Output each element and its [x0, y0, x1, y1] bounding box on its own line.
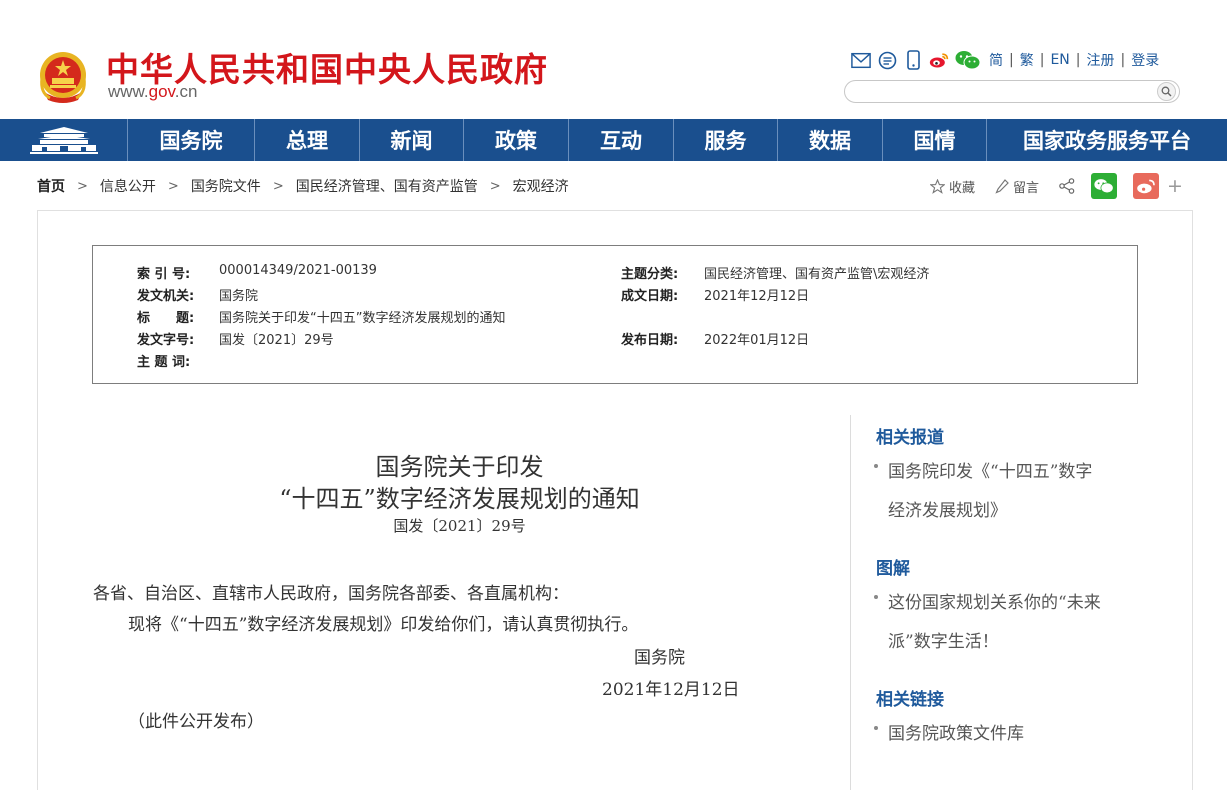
- share-icon[interactable]: [1059, 178, 1075, 194]
- info-issuer: 发文机关: 国务院: [137, 285, 258, 304]
- article-publish-note: （此件公开发布）: [128, 712, 264, 732]
- nav-national-info[interactable]: 国情: [883, 119, 987, 161]
- breadcrumb-info-disclosure[interactable]: 信息公开: [100, 176, 156, 196]
- article-signer: 国务院: [634, 648, 685, 668]
- mobile-icon[interactable]: [903, 50, 923, 70]
- info-keywords: 主 题 词:: [137, 351, 219, 370]
- nav-news[interactable]: 新闻: [360, 119, 464, 161]
- search-box: [844, 80, 1180, 103]
- nav-services[interactable]: 服务: [674, 119, 778, 161]
- info-value: 000014349/2021-00139: [219, 263, 377, 278]
- sidebar-divider: [850, 415, 851, 790]
- info-label: 主题分类:: [621, 267, 679, 282]
- breadcrumb-economy-management[interactable]: 国民经济管理、国有资产监管: [296, 176, 478, 196]
- related-links-heading: 相关链接: [876, 690, 944, 710]
- document-info-table: 索 引 号: 000014349/2021-00139 主题分类: 国民经济管理…: [92, 245, 1138, 384]
- article-salutation: 各省、自治区、直辖市人民政府，国务院各部委、各直属机构：: [93, 584, 569, 604]
- link-separator: |: [1075, 52, 1081, 68]
- link-separator: |: [1039, 52, 1045, 68]
- wechat-icon[interactable]: [955, 50, 981, 70]
- url-prefix: www.: [108, 82, 149, 101]
- diagram-line2: 派”数字生活！: [888, 632, 999, 652]
- info-label: 索 引 号:: [137, 267, 191, 282]
- link-separator: |: [1120, 52, 1126, 68]
- url-suffix: .cn: [174, 82, 198, 101]
- share-wechat-icon[interactable]: [1091, 173, 1118, 199]
- info-label: 主 题 词:: [137, 355, 191, 370]
- login-link[interactable]: 登录: [1131, 50, 1159, 70]
- site-url[interactable]: www.gov.cn: [108, 82, 197, 102]
- breadcrumb-macro-economy[interactable]: 宏观经济: [513, 176, 569, 196]
- info-label: 标 题:: [137, 311, 195, 326]
- top-links: 简 | 繁 | EN | 注册 | 登录: [851, 49, 1159, 71]
- info-index: 索 引 号: 000014349/2021-00139: [137, 263, 377, 282]
- nav-interaction[interactable]: 互动: [569, 119, 674, 161]
- breadcrumb-council-docs[interactable]: 国务院文件: [191, 176, 261, 196]
- site-header: 中华人民共和国中央人民政府 www.gov.cn 简 | 繁 | EN | 注册…: [0, 0, 1227, 118]
- chevron-right-icon: >: [167, 178, 179, 194]
- article-title-line1: 国务院关于印发: [375, 453, 544, 481]
- search-input[interactable]: [855, 83, 1145, 100]
- tiananmen-icon[interactable]: [0, 119, 128, 161]
- pencil-icon: [995, 178, 1009, 194]
- url-gov: gov: [148, 82, 175, 101]
- diagram-link[interactable]: 这份国家规划关系你的“未来 派”数字生活！: [874, 584, 1138, 662]
- related-reports-heading: 相关报道: [876, 428, 944, 448]
- comment-label: 留言: [1013, 180, 1040, 196]
- register-link[interactable]: 注册: [1086, 50, 1114, 70]
- share-weibo-icon[interactable]: [1133, 173, 1160, 199]
- article-body: 现将《“十四五”数字经济发展规划》印发给你们，请认真贯彻执行。: [128, 615, 639, 635]
- article-doc-number: 国发〔2021〕29号: [393, 517, 526, 535]
- info-publish-date: 发布日期: 2022年01月12日: [621, 329, 809, 348]
- info-category: 主题分类: 国民经济管理、国有资产监管\宏观经济: [621, 263, 929, 282]
- breadcrumb: 首页 > 信息公开 > 国务院文件 > 国民经济管理、国有资产监管 > 宏观经济: [37, 176, 569, 196]
- comment-button[interactable]: 留言: [995, 177, 1039, 196]
- related-report-line1: 国务院印发《“十四五”数字: [888, 462, 1093, 482]
- info-value: 国民经济管理、国有资产监管\宏观经济: [704, 267, 930, 282]
- info-value: 国务院关于印发“十四五”数字经济发展规划的通知: [219, 311, 506, 326]
- mail-icon[interactable]: [851, 50, 871, 70]
- related-report-line2: 经济发展规划》: [888, 501, 1007, 521]
- weibo-icon[interactable]: [929, 50, 949, 70]
- info-label: 发布日期:: [621, 333, 679, 348]
- policy-library-link[interactable]: 国务院政策文件库: [874, 715, 1138, 754]
- nav-gov-service-platform[interactable]: 国家政务服务平台: [987, 119, 1227, 161]
- info-value: 2021年12月12日: [704, 289, 810, 304]
- info-value: 国务院: [219, 289, 259, 304]
- info-value: 国发〔2021〕29号: [219, 333, 334, 348]
- info-label: 成文日期:: [621, 289, 679, 304]
- info-value: 2022年01月12日: [704, 333, 810, 348]
- article-title-line2: “十四五”数字经济发展规划的通知: [279, 485, 640, 513]
- article-date: 2021年12月12日: [602, 680, 740, 700]
- chevron-right-icon: >: [77, 178, 88, 194]
- nav-premier[interactable]: 总理: [255, 119, 360, 161]
- english-link[interactable]: EN: [1050, 52, 1069, 68]
- diagram-heading: 图解: [876, 559, 910, 579]
- star-icon: [930, 178, 945, 194]
- nav-data[interactable]: 数据: [778, 119, 883, 161]
- more-share-button[interactable]: +: [1167, 175, 1183, 197]
- main-nav: 国务院 总理 新闻 政策 互动 服务 数据 国情 国家政务服务平台: [0, 119, 1227, 161]
- info-date-written: 成文日期: 2021年12月12日: [621, 285, 809, 304]
- chevron-right-icon: >: [272, 178, 284, 194]
- nav-state-council[interactable]: 国务院: [128, 119, 255, 161]
- favorite-label: 收藏: [949, 180, 976, 196]
- nav-policies[interactable]: 政策: [464, 119, 569, 161]
- national-emblem-icon[interactable]: [38, 48, 88, 104]
- simplified-link[interactable]: 简: [989, 50, 1003, 70]
- link-separator: |: [1009, 52, 1014, 68]
- info-title: 标 题: 国务院关于印发“十四五”数字经济发展规划的通知: [137, 307, 505, 326]
- article-tools: 收藏 留言 +: [930, 172, 1183, 200]
- info-label: 发文字号:: [137, 333, 195, 348]
- search-icon[interactable]: [1157, 82, 1176, 101]
- related-report-link[interactable]: 国务院印发《“十四五”数字 经济发展规划》: [874, 453, 1138, 531]
- breadcrumb-home[interactable]: 首页: [37, 176, 65, 196]
- diagram-line1: 这份国家规划关系你的“未来: [888, 593, 1101, 613]
- chevron-right-icon: >: [489, 178, 501, 194]
- favorite-button[interactable]: 收藏: [930, 177, 975, 196]
- info-doc-number: 发文字号: 国发〔2021〕29号: [137, 329, 334, 348]
- chat-icon[interactable]: [877, 50, 897, 70]
- info-label: 发文机关:: [137, 289, 195, 304]
- traditional-link[interactable]: 繁: [1020, 50, 1034, 70]
